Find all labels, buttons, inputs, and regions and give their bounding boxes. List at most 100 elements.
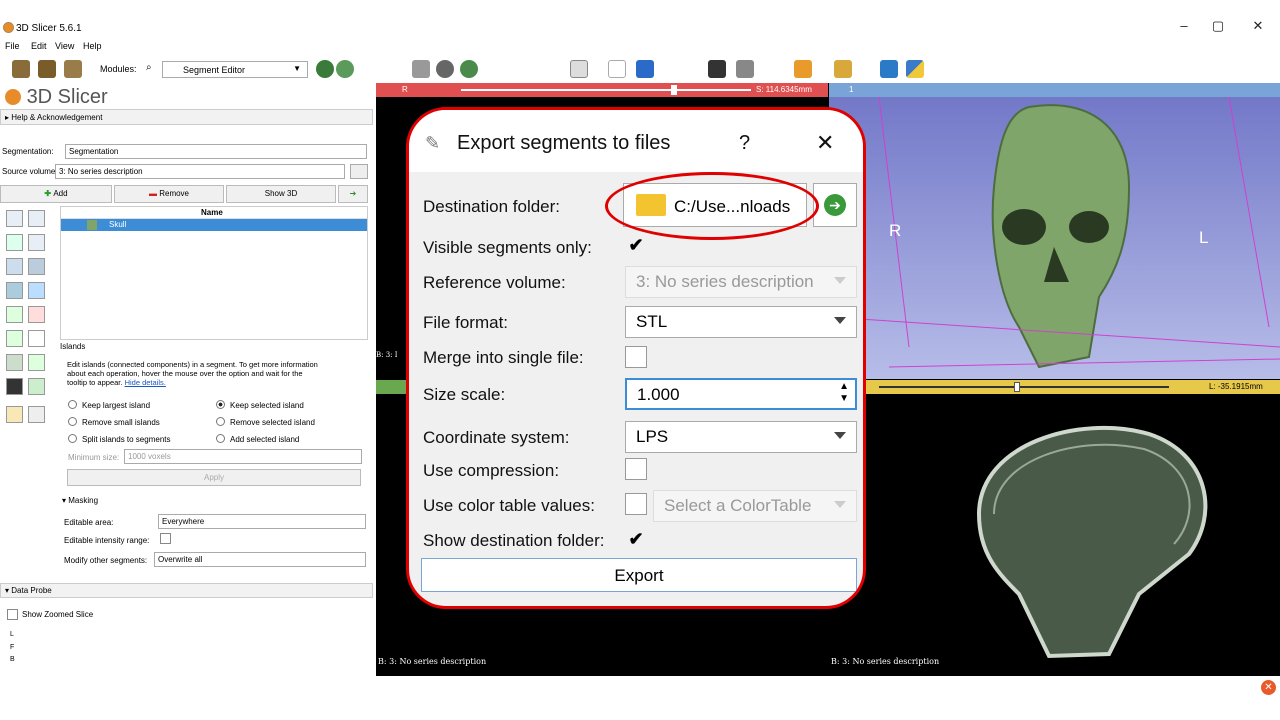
python-icon[interactable] — [906, 60, 924, 78]
module-selector[interactable]: Segment Editor ▼ — [162, 61, 308, 78]
mask-volume-tool-icon[interactable] — [6, 378, 23, 395]
open-folder-button[interactable]: ➔ — [813, 183, 857, 227]
extension-icon[interactable] — [880, 60, 898, 78]
islands-tool-icon[interactable] — [6, 354, 23, 371]
source-volume-options-icon[interactable] — [350, 164, 368, 179]
data-probe-section[interactable]: ▾ Data Probe — [0, 583, 373, 598]
probe-f-label: F — [10, 644, 15, 651]
menu-edit[interactable]: Edit — [31, 41, 47, 51]
keep-selected-radio[interactable]: Keep selected island — [216, 400, 304, 410]
yellow-slice-slider[interactable] — [879, 386, 1169, 388]
remove-small-radio[interactable]: Remove small islands — [68, 417, 160, 427]
redo-icon[interactable] — [28, 406, 45, 423]
spin-arrows-icon[interactable]: ▲ ▼ — [839, 381, 849, 405]
split-islands-label: Split islands to segments — [82, 435, 171, 444]
yellow-slice-controller[interactable]: L: -35.1915mm — [829, 380, 1280, 394]
masking-section-header[interactable]: ▾ Masking — [62, 496, 98, 505]
volume-icon[interactable] — [436, 60, 454, 78]
modify-other-selector[interactable]: Overwrite all — [154, 552, 366, 567]
editable-intensity-checkbox[interactable] — [160, 533, 171, 544]
forward-arrow-icon[interactable] — [336, 60, 354, 78]
level-tracing-tool-icon[interactable] — [28, 258, 45, 275]
layout-icon[interactable] — [570, 60, 588, 78]
add-segment-button[interactable]: ✚ Add — [0, 185, 112, 203]
remove-segment-button[interactable]: ▬ Remove — [114, 185, 224, 203]
color-table-selector[interactable]: Select a ColorTable — [653, 490, 857, 522]
merge-single-file-checkbox[interactable] — [625, 346, 647, 368]
smoothing-tool-icon[interactable] — [6, 330, 23, 347]
maximize-button[interactable]: ▢ — [1208, 18, 1228, 34]
data-icon[interactable] — [12, 60, 30, 78]
fill-between-tool-icon[interactable] — [28, 282, 45, 299]
erase-tool-icon[interactable] — [6, 258, 23, 275]
dialog-help-button[interactable]: ? — [739, 132, 750, 155]
size-scale-spinbox[interactable]: 1.000 ▲ ▼ — [625, 378, 857, 410]
paint-tool-icon[interactable] — [6, 234, 23, 251]
export-button[interactable]: Export — [421, 558, 857, 592]
crosshair-icon[interactable] — [736, 60, 754, 78]
minimize-button[interactable]: – — [1174, 18, 1194, 33]
show-destination-checkbox[interactable]: ✔ — [625, 529, 647, 551]
color-table-checkbox[interactable] — [625, 493, 647, 515]
red-slice-slider[interactable] — [461, 89, 751, 91]
back-arrow-icon[interactable] — [316, 60, 334, 78]
dialog-close-button[interactable]: ✕ — [816, 130, 834, 156]
table-row[interactable]: Skull — [61, 219, 367, 231]
show-zoomed-checkbox[interactable] — [7, 609, 18, 620]
reference-volume-selector[interactable]: 3: No series description — [625, 266, 857, 298]
red-slider-handle[interactable] — [671, 85, 677, 95]
add-selected-radio[interactable]: Add selected island — [216, 434, 299, 444]
editable-area-selector[interactable]: Everywhere — [158, 514, 366, 529]
segment-actions-button[interactable]: ➔ — [338, 185, 368, 203]
menu-file[interactable]: File — [5, 41, 20, 51]
use-compression-checkbox[interactable] — [625, 458, 647, 480]
file-format-selector[interactable]: STL — [625, 306, 857, 338]
draw-tool-icon[interactable] — [28, 234, 45, 251]
error-log-icon[interactable]: ✕ — [1261, 680, 1276, 695]
show-3d-button[interactable]: Show 3D — [226, 185, 336, 203]
module-search-icon[interactable]: ⌕ — [146, 62, 152, 73]
menu-view[interactable]: View — [55, 41, 74, 51]
logical-tool-icon[interactable] — [28, 354, 45, 371]
3d-view-controller[interactable]: 1 — [829, 83, 1280, 97]
dcm-icon[interactable] — [38, 60, 56, 78]
scissors-tool-icon[interactable] — [28, 330, 45, 347]
pointer-tool-icon[interactable] — [6, 210, 23, 227]
remove-selected-radio[interactable]: Remove selected island — [216, 417, 315, 427]
modify-other-label: Modify other segments: — [64, 556, 148, 565]
minimum-size-field[interactable]: 1000 voxels — [124, 449, 362, 464]
hide-details-link[interactable]: Hide details. — [125, 378, 166, 387]
radio-circle — [216, 434, 225, 443]
fiducial-icon[interactable] — [794, 60, 812, 78]
markup-icon[interactable] — [636, 60, 654, 78]
undo-icon[interactable] — [6, 406, 23, 423]
menu-help[interactable]: Help — [83, 41, 102, 51]
visible-segments-checkbox[interactable]: ✔ — [625, 235, 647, 257]
segment-color-swatch[interactable] — [87, 220, 97, 230]
split-islands-radio[interactable]: Split islands to segments — [68, 434, 171, 444]
red-slice-controller[interactable]: R S: 114.6345mm — [376, 83, 828, 97]
yellow-slice-view[interactable]: L: -35.1915mm B: 3: No series descriptio… — [829, 380, 1280, 676]
threshold-tool-icon[interactable] — [28, 210, 45, 227]
segmentation-selector[interactable]: Segmentation — [65, 144, 367, 159]
help-acknowledgement-section[interactable]: ▸ Help & Acknowledgement — [0, 109, 373, 125]
apply-button[interactable]: Apply — [67, 469, 361, 486]
view-layout-icon[interactable] — [412, 60, 430, 78]
3d-view[interactable]: 1 R L — [829, 83, 1280, 379]
wrap-solidify-tool-icon[interactable] — [28, 378, 45, 395]
model-icon[interactable] — [460, 60, 478, 78]
keep-largest-radio[interactable]: Keep largest island — [68, 400, 150, 410]
hollow-tool-icon[interactable] — [28, 306, 45, 323]
coordinate-system-selector[interactable]: LPS — [625, 421, 857, 453]
close-window-button[interactable]: ✕ — [1248, 18, 1268, 34]
radio-circle — [68, 400, 77, 409]
help-ack-label: Help & Acknowledgement — [11, 113, 103, 122]
source-volume-selector[interactable]: 3: No series description — [55, 164, 345, 179]
grow-seeds-tool-icon[interactable] — [6, 282, 23, 299]
save-icon[interactable] — [64, 60, 82, 78]
screenshot-icon[interactable] — [708, 60, 726, 78]
yellow-slider-handle[interactable] — [1014, 382, 1020, 392]
margin-tool-icon[interactable] — [6, 306, 23, 323]
pointer-icon[interactable] — [608, 60, 626, 78]
transform-icon[interactable] — [834, 60, 852, 78]
